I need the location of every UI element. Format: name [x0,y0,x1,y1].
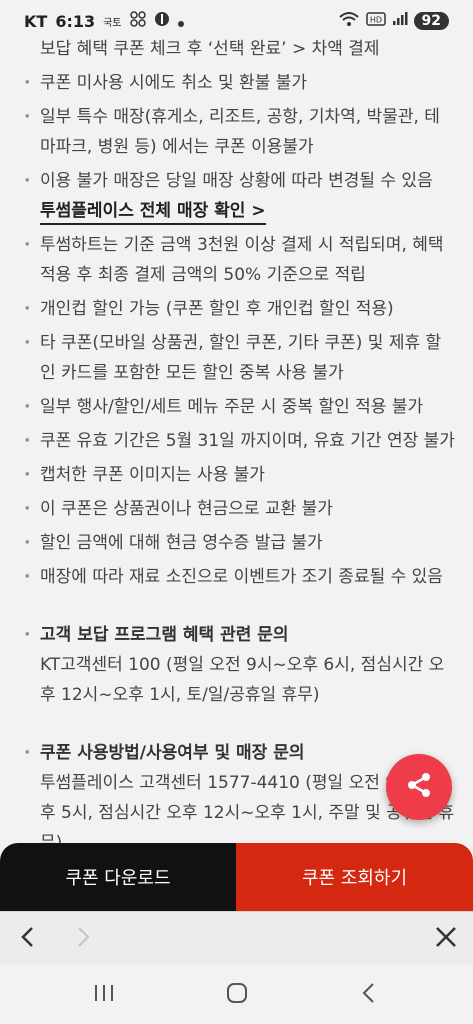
list-item: 일부 행사/할인/세트 메뉴 주문 시 중복 할인 적용 불가 [0,392,473,422]
coupon-inquiry-button[interactable]: 쿠폰 조회하기 [236,843,473,911]
coupon-download-button[interactable]: 쿠폰 다운로드 [0,843,236,911]
contact-section-benefit: 고객 보답 프로그램 혜택 관련 문의 KT고객센터 100 (평일 오전 9시… [0,620,473,710]
dot-icon [177,12,184,31]
status-right: HD 92 [338,11,449,31]
list-item: 일부 특수 매장(휴게소, 리조트, 공항, 기차역, 박물관, 테마파크, 병… [0,102,473,162]
list-item: 타 쿠폰(모바일 상품권, 할인 쿠폰, 기타 쿠폰) 및 제휴 할인 카드를 … [0,328,473,388]
notes-list: 쿠폰 미사용 시에도 취소 및 환불 불가 일부 특수 매장(휴게소, 리조트,… [0,68,473,592]
recent-apps-button[interactable] [90,982,118,1008]
contact-body: KT고객센터 100 (평일 오전 9시~오후 6시, 점심시간 오후 12시~… [40,655,445,705]
list-item: 이 쿠폰은 상품권이나 현금으로 교환 불가 [0,494,473,524]
list-item: 쿠폰 미사용 시에도 취소 및 환불 불가 [0,68,473,98]
continued-line: 보답 혜택 쿠폰 체크 후 ‘선택 완료’ > 차액 결제 [40,39,380,59]
app-notification-icon [129,11,146,31]
svg-text:HD: HD [369,16,381,25]
contact-title: 고객 보답 프로그램 혜택 관련 문의 [40,625,289,645]
chevron-left-icon [19,926,37,952]
list-item: 캡처한 쿠폰 이미지는 사용 불가 [0,460,473,490]
forward-button[interactable] [68,924,98,954]
list-item: 개인컵 할인 가능 (쿠폰 할인 후 개인컵 할인 적용) [0,294,473,324]
back-arrow-icon [359,982,379,1008]
recent-apps-icon [92,982,116,1008]
carrier-label: KT [24,11,48,31]
coupon-notes: 보답 혜택 쿠폰 체크 후 ‘선택 완료’ > 차액 결제 쿠폰 미사용 시에도… [0,34,473,858]
list-item: 매장에 따라 재료 소진으로 이벤트가 조기 종료될 수 있음 [0,562,473,592]
share-button[interactable] [386,754,452,820]
battery-indicator: 92 [413,12,449,30]
action-bar: 쿠폰 다운로드 쿠폰 조회하기 [0,843,473,911]
circle-logo-icon [154,11,170,31]
list-item-text: 이용 불가 매장은 당일 매장 상황에 따라 변경될 수 있음 [40,171,433,191]
home-button[interactable] [223,982,251,1008]
contact-title: 쿠폰 사용방법/사용여부 및 매장 문의 [40,743,305,763]
clock: 6:13 [55,11,96,31]
list-item: 쿠폰 유효 기간은 5월 31일 까지이며, 유효 기간 연장 불가 [0,426,473,456]
list-item: 투썸하트는 기준 금액 3천원 이상 결제 시 적립되며, 혜택 적용 후 최종… [0,230,473,290]
close-icon [435,926,457,952]
wifi-icon [338,11,360,31]
hd-icon: HD [365,12,386,30]
close-button[interactable] [431,924,461,954]
system-back-button[interactable] [355,982,383,1008]
signal-icon [392,12,408,30]
notification-label: 국토 [103,17,122,29]
status-left: KT 6:13 국토 [24,11,184,31]
store-list-link[interactable]: 투썸플레이스 전체 매장 확인 > [40,199,266,225]
home-icon [225,981,249,1009]
list-item: 이용 불가 매장은 당일 매장 상황에 따라 변경될 수 있음 투썸플레이스 전… [0,166,473,226]
list-item: 할인 금액에 대해 현금 영수증 발급 불가 [0,528,473,558]
system-navigation [0,965,473,1024]
share-icon [404,770,434,804]
browser-toolbar [0,911,473,966]
back-button[interactable] [13,924,43,954]
chevron-right-icon [74,926,92,952]
